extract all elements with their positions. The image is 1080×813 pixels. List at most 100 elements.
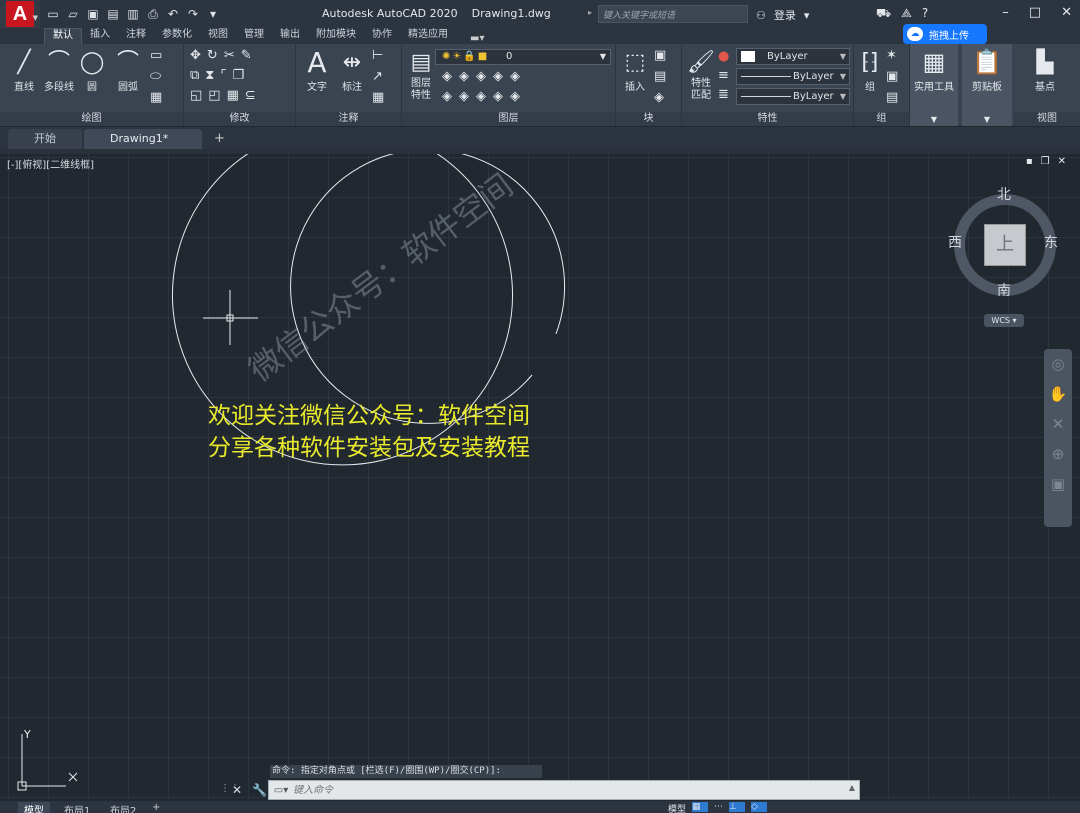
hatch-icon[interactable]: ▦ xyxy=(150,90,162,105)
fillet-icon[interactable]: ⌜ xyxy=(220,68,226,83)
explode-icon[interactable]: ❐ xyxy=(233,68,245,83)
wcs-menu[interactable]: WCS ▾ xyxy=(984,314,1024,327)
mirror-icon[interactable]: ⧗ xyxy=(205,68,214,83)
trim-icon[interactable]: ✂ xyxy=(224,48,235,63)
command-customize-icon[interactable]: 🔧 xyxy=(252,783,267,797)
new-tab-icon[interactable]: + xyxy=(204,129,235,149)
layer-freeze-icon[interactable]: ◈ xyxy=(476,69,486,84)
layer-properties-tool[interactable]: ▤ 图层 特性 xyxy=(406,48,436,102)
match-properties-tool[interactable]: 🖌 特性 匹配 xyxy=(686,48,716,102)
compass-west[interactable]: 西 xyxy=(948,232,962,252)
compass-north[interactable]: 北 xyxy=(997,184,1011,204)
search-input[interactable]: 键入关键字或短语 xyxy=(598,5,748,23)
layer-walk-icon[interactable]: ◈ xyxy=(476,89,486,104)
ribbon-options-icon[interactable]: ▬▾ xyxy=(470,33,484,44)
close-icon[interactable]: ✕ xyxy=(1061,5,1072,20)
compass-east[interactable]: 东 xyxy=(1044,232,1058,252)
layer-merge-icon[interactable]: ◈ xyxy=(493,89,503,104)
minimize-icon[interactable]: – xyxy=(1002,5,1009,20)
tab-collaborate[interactable]: 协作 xyxy=(364,28,400,44)
line-tool[interactable]: ╱ 直线 xyxy=(8,48,40,93)
linetype-dropdown[interactable]: ByLayer ▼ xyxy=(736,68,850,85)
zoom-extents-icon[interactable]: ✕ xyxy=(1044,409,1072,439)
rectangle-icon[interactable]: ▭ xyxy=(150,48,162,63)
grid-toggle-icon[interactable]: ▦ xyxy=(692,802,709,812)
panel-block-title[interactable]: 块 xyxy=(616,112,681,126)
tab-annotate[interactable]: 注释 xyxy=(118,28,154,44)
save-as-icon[interactable]: ▤ xyxy=(106,7,120,21)
ungroup-icon[interactable]: ✶ xyxy=(886,48,898,63)
color-dropdown[interactable]: ByLayer ▼ xyxy=(736,48,850,65)
save-icon[interactable]: ▣ xyxy=(86,7,100,21)
stretch-icon[interactable]: ◱ xyxy=(190,88,202,103)
layout-tab-2[interactable]: 布局2 xyxy=(110,802,136,813)
snap-icon[interactable]: ⋯ xyxy=(714,802,723,812)
group-select-icon[interactable]: ▤ xyxy=(886,90,898,105)
group-tool[interactable]: ⁅⁆ 组 xyxy=(858,48,882,93)
panel-annotation-title[interactable]: 注释 xyxy=(296,112,401,126)
panel-modify-title[interactable]: 修改 xyxy=(184,112,295,126)
layer-make-current-icon[interactable]: ◈ xyxy=(442,89,452,104)
layer-on-icon[interactable]: ◈ xyxy=(442,69,452,84)
scale-icon[interactable]: ◰ xyxy=(208,88,220,103)
autodesk-app-icon[interactable]: ⟁ xyxy=(901,6,912,22)
drawing-canvas[interactable]: [-][俯视][二维线框] ▪ ❐ ✕ 微信公众号：软件空间 欢迎关注微信公众号… xyxy=(0,154,1080,799)
tab-start[interactable]: 开始 xyxy=(8,129,82,149)
text-tool[interactable]: A 文字 xyxy=(302,48,332,94)
tab-default[interactable]: 默认 xyxy=(44,28,82,44)
steering-wheel-icon[interactable]: ◎ xyxy=(1044,349,1072,379)
layer-delete-icon[interactable]: ◈ xyxy=(510,89,520,104)
create-block-icon[interactable]: ▣ xyxy=(654,48,666,63)
command-close-icon[interactable]: ✕ xyxy=(232,783,242,797)
layout-tab-model[interactable]: 模型 xyxy=(18,802,50,813)
tab-addins[interactable]: 附加模块 xyxy=(308,28,364,44)
erase-icon[interactable]: ✎ xyxy=(241,48,252,63)
circle-tool[interactable]: ◯ 圆 xyxy=(78,48,106,93)
lineweight-dropdown[interactable]: ByLayer ▼ xyxy=(736,88,850,105)
maximize-icon[interactable]: □ xyxy=(1029,5,1041,20)
open-file-icon[interactable]: ▱ xyxy=(66,7,80,21)
tab-featured-apps[interactable]: 精选应用 xyxy=(400,28,456,44)
tab-parametric[interactable]: 参数化 xyxy=(154,28,200,44)
login-label[interactable]: 登录 xyxy=(774,7,796,23)
base-view-tool[interactable]: ▙ 基点 xyxy=(1022,48,1068,93)
pan-hand-icon[interactable]: ✋ xyxy=(1044,379,1072,409)
viewcube-top-face[interactable]: 上 xyxy=(984,224,1026,266)
tab-insert[interactable]: 插入 xyxy=(82,28,118,44)
rotate-icon[interactable]: ↻ xyxy=(207,48,218,63)
ellipse-icon[interactable]: ⬭ xyxy=(150,69,162,84)
layer-match-icon[interactable]: ◈ xyxy=(510,69,520,84)
panel-groups-title[interactable]: 组 xyxy=(854,112,909,126)
model-space-label[interactable]: 模型 xyxy=(668,802,686,813)
command-input[interactable] xyxy=(293,784,833,796)
ortho-toggle-icon[interactable]: ⊥ xyxy=(729,802,746,812)
edit-block-icon[interactable]: ▤ xyxy=(654,69,666,84)
cart-icon[interactable]: ⛟ xyxy=(876,6,891,22)
layer-dropdown[interactable]: ✺☀🔒■ 0 ▼ xyxy=(435,49,611,65)
leader-icon[interactable]: ↗ xyxy=(372,69,384,84)
linear-dim-icon[interactable]: ⊢ xyxy=(372,48,384,63)
viewport-minimize-icon[interactable]: ▪ xyxy=(1026,156,1033,167)
qat-menu-icon[interactable]: ▾ xyxy=(206,7,220,21)
help-icon[interactable]: ? xyxy=(922,6,928,22)
orbit-icon[interactable]: ⊕ xyxy=(1044,439,1072,469)
attribute-icon[interactable]: ◈ xyxy=(654,90,666,105)
cloud-upload-button[interactable]: ☁ 拖拽上传 xyxy=(903,24,987,44)
command-input-box[interactable]: ▭▾ ▲ xyxy=(268,780,860,800)
tab-drawing1[interactable]: Drawing1* xyxy=(84,129,202,149)
panel-properties-title[interactable]: 特性 xyxy=(682,112,853,126)
insert-tool[interactable]: ⬚ 插入 xyxy=(620,48,650,93)
panel-draw-title[interactable]: 绘图 xyxy=(0,112,183,126)
layer-iso-icon[interactable]: ◈ xyxy=(459,69,469,84)
compass-south[interactable]: 南 xyxy=(997,280,1011,300)
search-expand-icon[interactable]: ▸ xyxy=(588,8,592,17)
layer-lock-icon[interactable]: ◈ xyxy=(493,69,503,84)
arc-tool[interactable]: ⌒ 圆弧 xyxy=(112,48,144,93)
command-prompt-icon[interactable]: ▭▾ xyxy=(269,785,293,796)
group-edit-icon[interactable]: ▣ xyxy=(886,69,898,84)
web-mobile-icon[interactable]: ▥ xyxy=(126,7,140,21)
utilities-button[interactable]: ▦ 实用工具 ▼ xyxy=(910,44,958,126)
dimension-tool[interactable]: ⇹ 标注 xyxy=(336,48,368,93)
offset-icon[interactable]: ⊆ xyxy=(245,88,256,103)
clipboard-button[interactable]: 📋 剪贴板 ▼ xyxy=(962,44,1012,126)
